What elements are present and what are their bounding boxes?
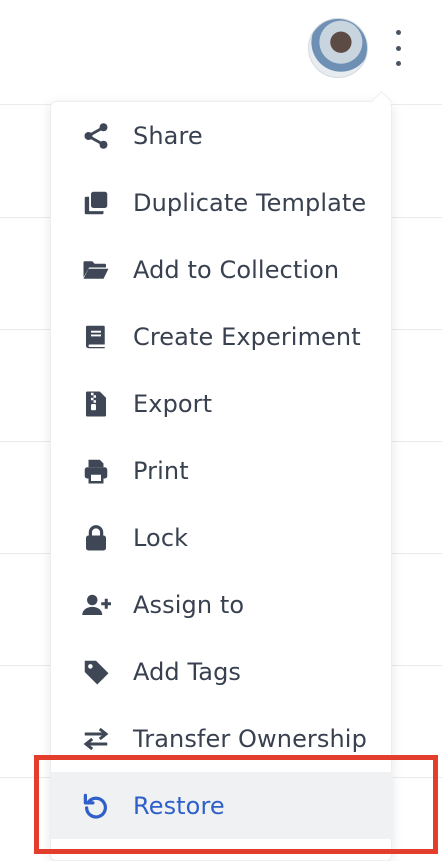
highlight-annotation-box	[34, 755, 438, 854]
menu-item-print[interactable]: Print	[51, 437, 393, 504]
menu-item-label: Create Experiment	[133, 322, 361, 351]
menu-item-label: Print	[133, 456, 189, 485]
arrows-exchange-icon	[83, 727, 109, 750]
file-zip-icon	[86, 391, 106, 416]
share-icon	[84, 122, 108, 149]
menu-item-lock[interactable]: Lock	[51, 504, 393, 571]
duplicate-icon	[84, 191, 108, 214]
menu-item-label: Transfer Ownership	[133, 724, 367, 753]
menu-item-label: Add Tags	[133, 657, 242, 686]
menu-item-add-tags[interactable]: Add Tags	[51, 638, 393, 705]
lock-icon	[86, 524, 106, 550]
menu-item-label: Export	[133, 389, 213, 418]
user-avatar[interactable]	[308, 18, 368, 78]
printer-icon	[84, 459, 108, 483]
menu-item-label: Assign to	[133, 590, 245, 619]
menu-item-label: Share	[133, 121, 203, 150]
menu-item-export[interactable]: Export	[51, 370, 393, 437]
more-options-icon[interactable]	[388, 30, 408, 66]
folder-open-icon	[83, 260, 109, 279]
menu-item-label: Duplicate Template	[133, 188, 367, 217]
tag-icon	[84, 660, 109, 684]
menu-item-share[interactable]: Share	[51, 102, 393, 169]
menu-item-duplicate-template[interactable]: Duplicate Template	[51, 169, 393, 236]
menu-item-label: Lock	[133, 523, 189, 552]
menu-item-add-to-collection[interactable]: Add to Collection	[51, 236, 393, 303]
menu-item-assign-to[interactable]: Assign to	[51, 571, 393, 638]
book-icon	[86, 325, 105, 348]
menu-item-label: Add to Collection	[133, 255, 340, 284]
actions-dropdown-menu: Share Duplicate Template Add to Collecti…	[50, 101, 393, 861]
user-plus-icon	[82, 594, 111, 615]
menu-item-create-experiment[interactable]: Create Experiment	[51, 303, 393, 370]
